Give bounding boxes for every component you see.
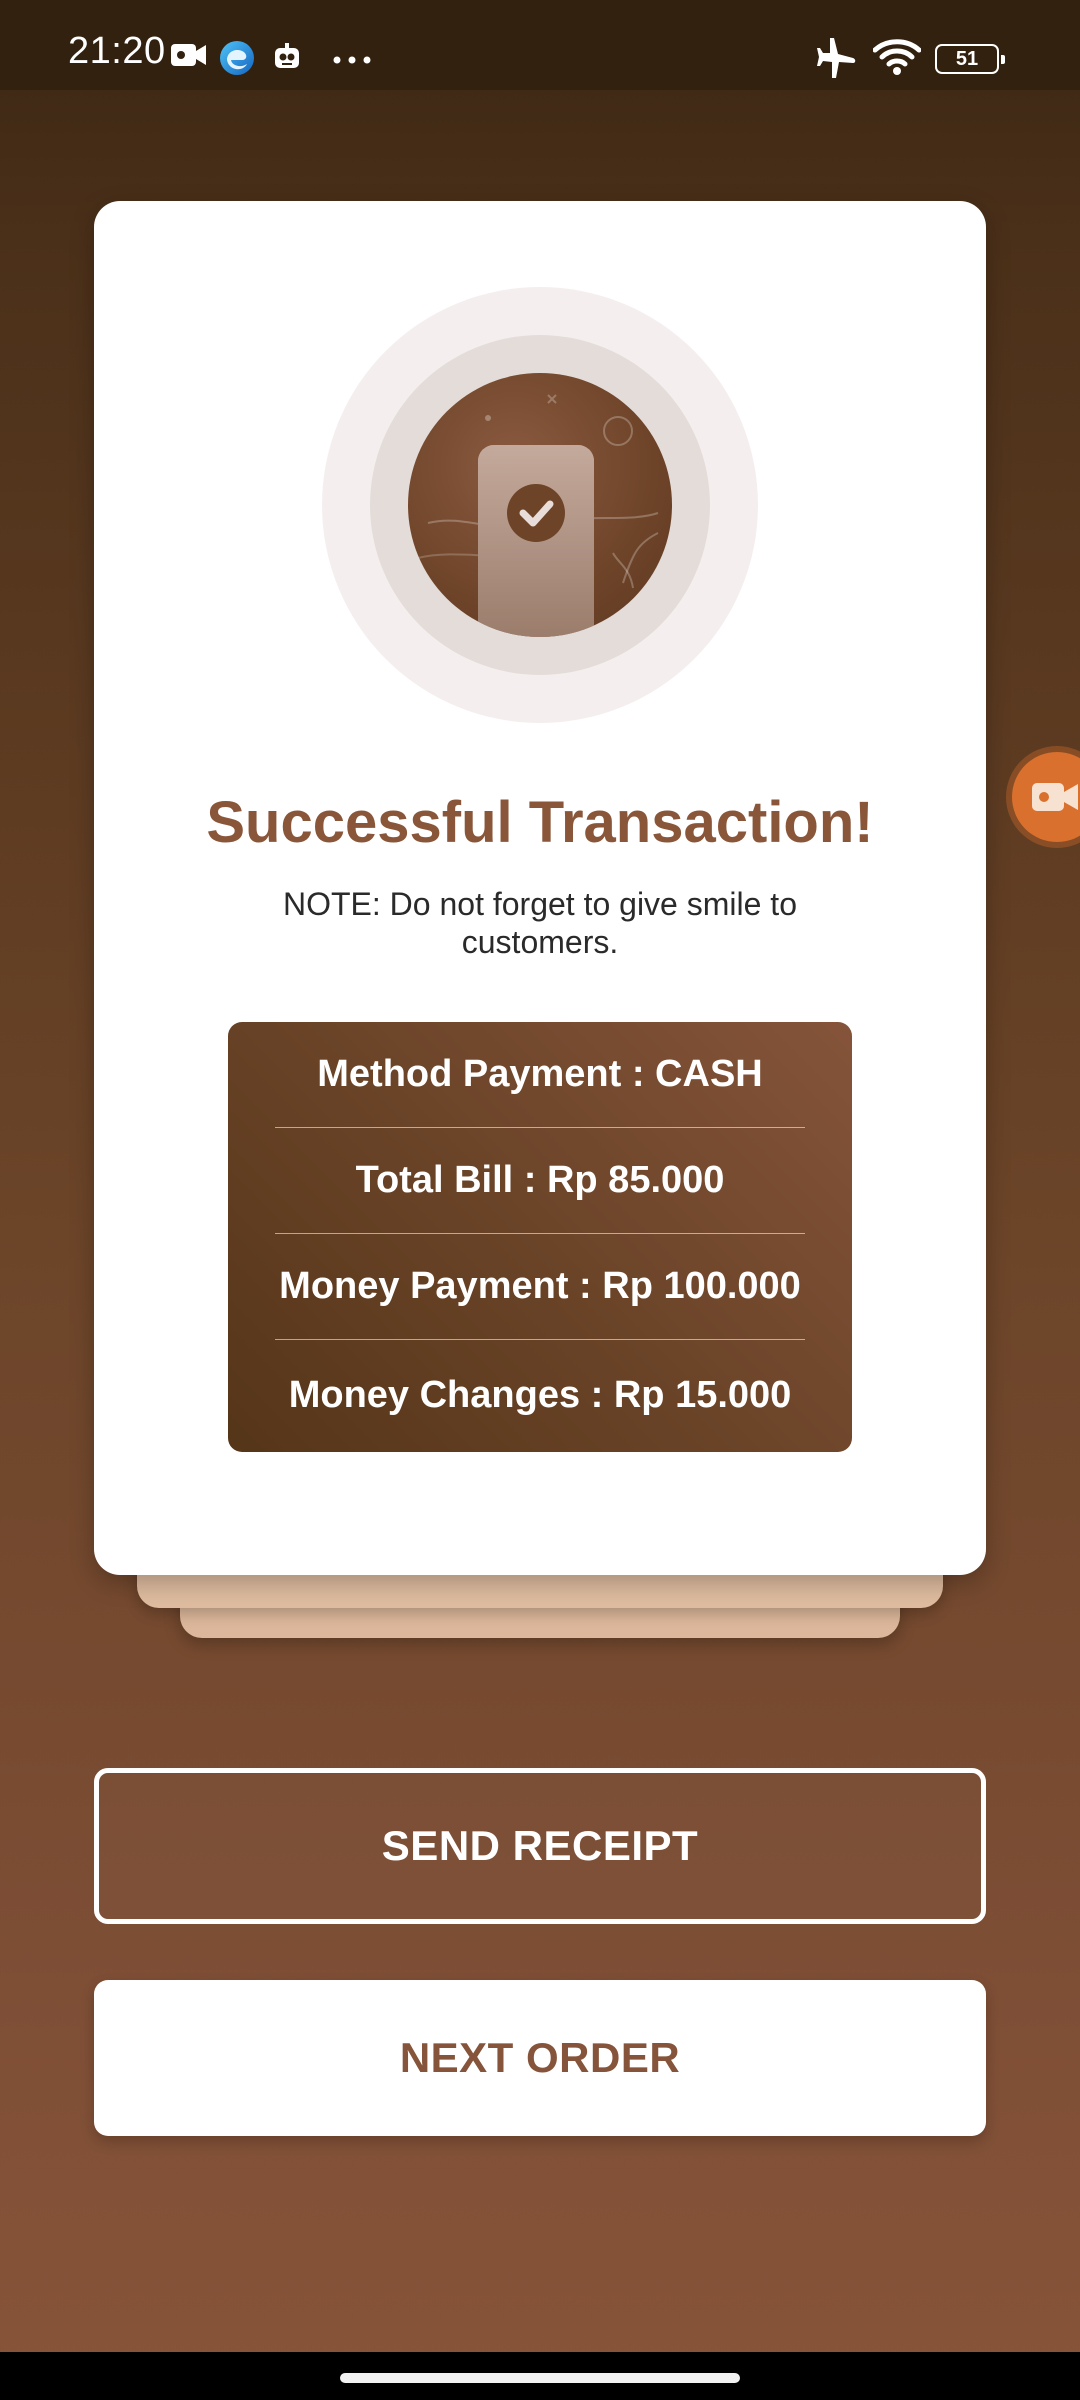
money-changes-row: Money Changes : Rp 15.000 bbox=[288, 1373, 792, 1416]
method-payment-row: Method Payment : CASH bbox=[275, 1022, 805, 1128]
transaction-success-card: Successful Transaction! NOTE: Do not for… bbox=[94, 201, 986, 1575]
battery-level: 51 bbox=[955, 47, 979, 70]
total-bill-row: Total Bill : Rp 85.000 bbox=[275, 1128, 805, 1234]
status-bar: 21:20 51 bbox=[0, 0, 1080, 90]
video-camera-icon bbox=[170, 42, 208, 73]
airplane-mode-icon bbox=[814, 38, 858, 83]
note-text: NOTE: Do not forget to give smile to cus… bbox=[283, 886, 797, 960]
payment-summary-panel: Method Payment : CASH Total Bill : Rp 85… bbox=[228, 1022, 852, 1452]
edge-browser-icon bbox=[219, 40, 255, 81]
status-time: 21:20 bbox=[68, 30, 166, 72]
success-title: Successful Transaction! bbox=[206, 790, 874, 855]
battery-icon: 51 bbox=[935, 44, 1005, 74]
screen-recorder-icon bbox=[1032, 783, 1078, 811]
home-gesture-handle[interactable] bbox=[340, 2373, 740, 2383]
more-dots-icon bbox=[332, 52, 372, 70]
bot-app-icon bbox=[272, 42, 302, 77]
success-illustration bbox=[322, 287, 758, 723]
next-order-button[interactable]: NEXT ORDER bbox=[94, 1980, 986, 2136]
money-payment-row: Money Payment : Rp 100.000 bbox=[275, 1234, 805, 1340]
wifi-icon bbox=[872, 38, 922, 81]
phone-checkmark-icon bbox=[408, 373, 672, 637]
screen-recorder-bubble[interactable] bbox=[1012, 752, 1080, 842]
send-receipt-button[interactable]: SEND RECEIPT bbox=[94, 1768, 986, 1924]
navigation-bar bbox=[0, 2352, 1080, 2400]
